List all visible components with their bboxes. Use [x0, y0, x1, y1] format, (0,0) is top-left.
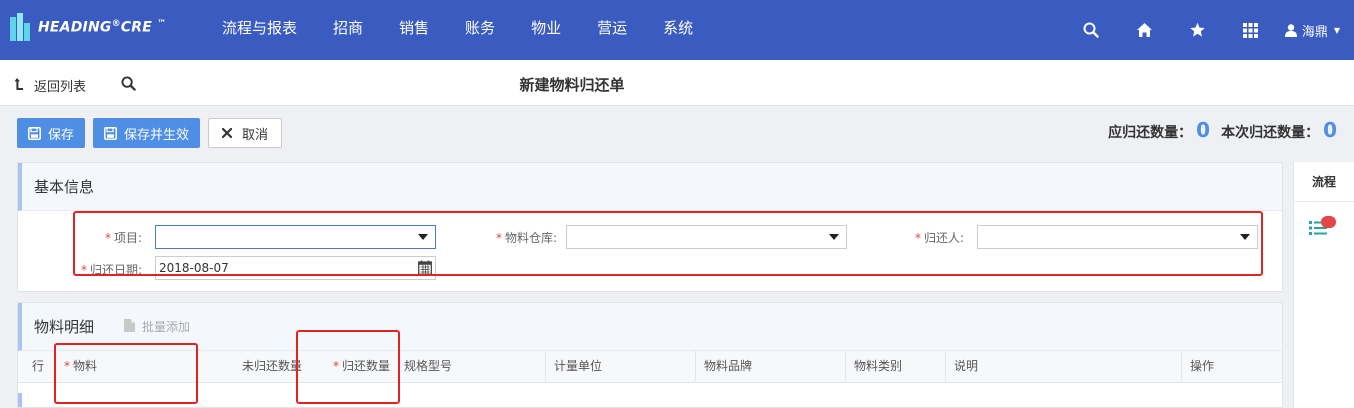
home-icon[interactable]	[1118, 0, 1171, 60]
top-icon-group: 海鼎 ▼	[1065, 0, 1354, 60]
material-detail-title: 物料明细	[34, 318, 95, 336]
annotation-box-basic-fields	[73, 211, 1263, 276]
nav-item-accounts[interactable]: 账务	[447, 0, 513, 60]
star-icon[interactable]	[1171, 0, 1224, 60]
save-label: 保存	[48, 127, 75, 143]
col-unit: 计量单位	[546, 351, 696, 383]
basic-info-title: 基本信息	[18, 163, 1282, 211]
search-icon[interactable]	[1065, 0, 1118, 60]
nav-item-reports[interactable]: 流程与报表	[204, 0, 315, 60]
apps-grid-icon[interactable]	[1224, 0, 1277, 60]
top-navbar: HEADING®CRE ™ 流程与报表 招商 销售 账务 物业 营运 系统 海鼎…	[0, 0, 1354, 60]
main-nav: 流程与报表 招商 销售 账务 物业 营运 系统	[204, 0, 711, 60]
page-title: 新建物料归还单	[519, 76, 625, 94]
col-brand: 物料品牌	[696, 351, 846, 383]
should-return-label: 应归还数量：	[1108, 125, 1193, 141]
should-return-value: 0	[1196, 118, 1211, 142]
material-detail-panel: 物料明细 批量添加 行 * 物料 未归还数量 * 归还数量 规格型号 计量单位 物料…	[17, 302, 1283, 408]
batch-add-button[interactable]: 批量添加	[124, 318, 190, 335]
material-detail-header: 物料明细 批量添加	[18, 303, 1282, 351]
page-header: 返回列表 新建物料归还单	[0, 60, 1354, 106]
cancel-button[interactable]: 取消	[208, 118, 283, 148]
material-table-header: 行 * 物料 未归还数量 * 归还数量 规格型号 计量单位 物料品牌 物料类别 说明…	[18, 351, 1282, 383]
col-spec: 规格型号	[396, 351, 546, 383]
col-operations: 操作	[1190, 359, 1215, 373]
return-count-summary: 应归还数量： 0 本次归还数量： 0	[1108, 118, 1340, 142]
nav-item-leasing[interactable]: 招商	[315, 0, 381, 60]
save-icon	[104, 126, 117, 140]
logo-icon	[10, 13, 30, 41]
brand-logo[interactable]: HEADING®CRE ™	[10, 12, 166, 42]
batch-add-label: 批量添加	[142, 320, 191, 334]
action-toolbar: 保存 保存并生效 取消	[17, 118, 290, 148]
nav-item-property[interactable]: 物业	[513, 0, 579, 60]
save-and-activate-label: 保存并生效	[124, 127, 190, 143]
section-accent	[18, 393, 22, 407]
this-return-label: 本次归还数量：	[1221, 125, 1320, 141]
annotation-box-material-column	[54, 343, 198, 404]
col-row: 行	[32, 359, 45, 373]
save-icon	[28, 126, 41, 140]
col-unreturned-qty: 未归还数量	[241, 359, 302, 373]
user-name: 海鼎	[1301, 24, 1328, 40]
tab-flow[interactable]: 流程	[1294, 162, 1354, 202]
user-menu[interactable]: 海鼎 ▼	[1277, 0, 1354, 60]
cancel-label: 取消	[242, 127, 269, 143]
col-category: 物料类别	[846, 351, 946, 383]
notification-badge	[1321, 216, 1336, 228]
user-icon	[1284, 23, 1297, 37]
annotation-box-return-qty-column	[296, 330, 400, 404]
save-and-activate-button[interactable]: 保存并生效	[93, 118, 201, 148]
save-button[interactable]: 保存	[17, 118, 86, 148]
this-return-value: 0	[1323, 118, 1337, 142]
nav-item-system[interactable]: 系统	[645, 0, 711, 60]
chevron-down-icon: ▼	[1333, 25, 1340, 35]
close-icon	[222, 128, 233, 138]
brand-wordmark: HEADING®CRE ™	[38, 18, 167, 36]
nav-item-operations[interactable]: 营运	[579, 0, 645, 60]
col-note: 说明	[946, 351, 1182, 383]
nav-item-sales[interactable]: 销售	[381, 0, 447, 60]
flow-sidebar: 流程	[1293, 162, 1354, 408]
document-icon	[124, 318, 136, 335]
